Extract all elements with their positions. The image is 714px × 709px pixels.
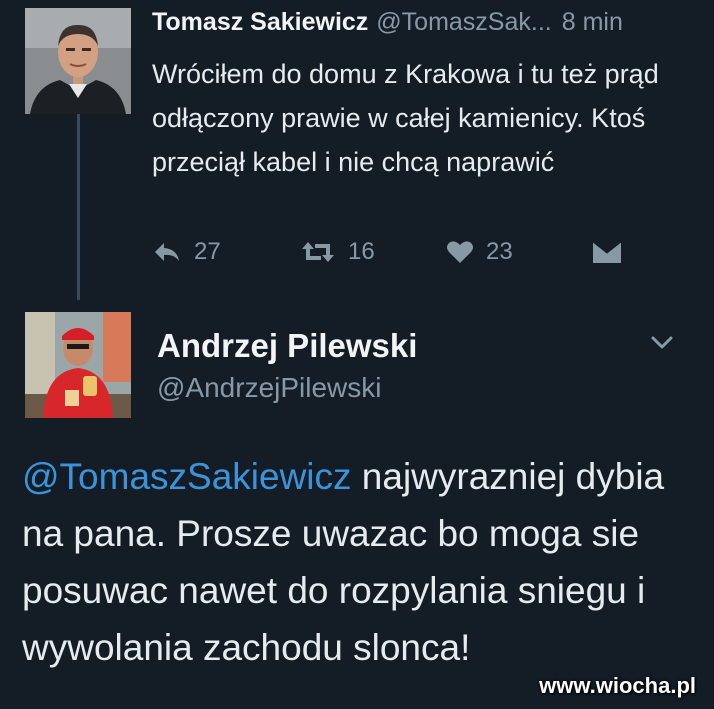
reply-button[interactable]: 27 bbox=[152, 232, 221, 272]
reply-count: 27 bbox=[194, 238, 221, 265]
tweet-header: Tomasz Sakiewicz @TomaszSak... 8 min bbox=[152, 8, 623, 37]
author-handle[interactable]: @AndrzejPilewski bbox=[157, 372, 382, 404]
reply-icon bbox=[155, 243, 179, 261]
direct-message-icon bbox=[592, 240, 622, 263]
direct-message-button[interactable] bbox=[592, 232, 634, 272]
like-count: 23 bbox=[486, 238, 513, 265]
chevron-down-icon[interactable] bbox=[648, 330, 676, 354]
heart-icon bbox=[447, 241, 473, 263]
mention-link[interactable]: @TomaszSakiewicz bbox=[22, 456, 352, 497]
retweet-icon bbox=[302, 242, 334, 262]
timestamp: 8 min bbox=[561, 8, 623, 36]
author-name[interactable]: Andrzej Pilewski bbox=[157, 327, 417, 365]
watermark: www.wiocha.pl bbox=[539, 673, 696, 698]
tweet-text: Wróciłem do domu z Krakowa i tu też prąd… bbox=[152, 59, 659, 177]
avatar[interactable] bbox=[25, 8, 131, 114]
tweet-text: @TomaszSakiewicz najwyrazniej dybia na p… bbox=[22, 448, 692, 676]
author-name[interactable]: Tomasz Sakiewicz bbox=[152, 8, 368, 36]
tweet-actions: 27 16 23 bbox=[152, 232, 632, 272]
retweet-count: 16 bbox=[348, 238, 375, 265]
retweet-button[interactable]: 16 bbox=[300, 232, 375, 272]
author-handle[interactable]: @TomaszSak... bbox=[376, 8, 551, 36]
avatar[interactable] bbox=[25, 312, 131, 418]
thread-connector-line bbox=[77, 110, 80, 300]
like-button[interactable]: 23 bbox=[446, 232, 513, 272]
